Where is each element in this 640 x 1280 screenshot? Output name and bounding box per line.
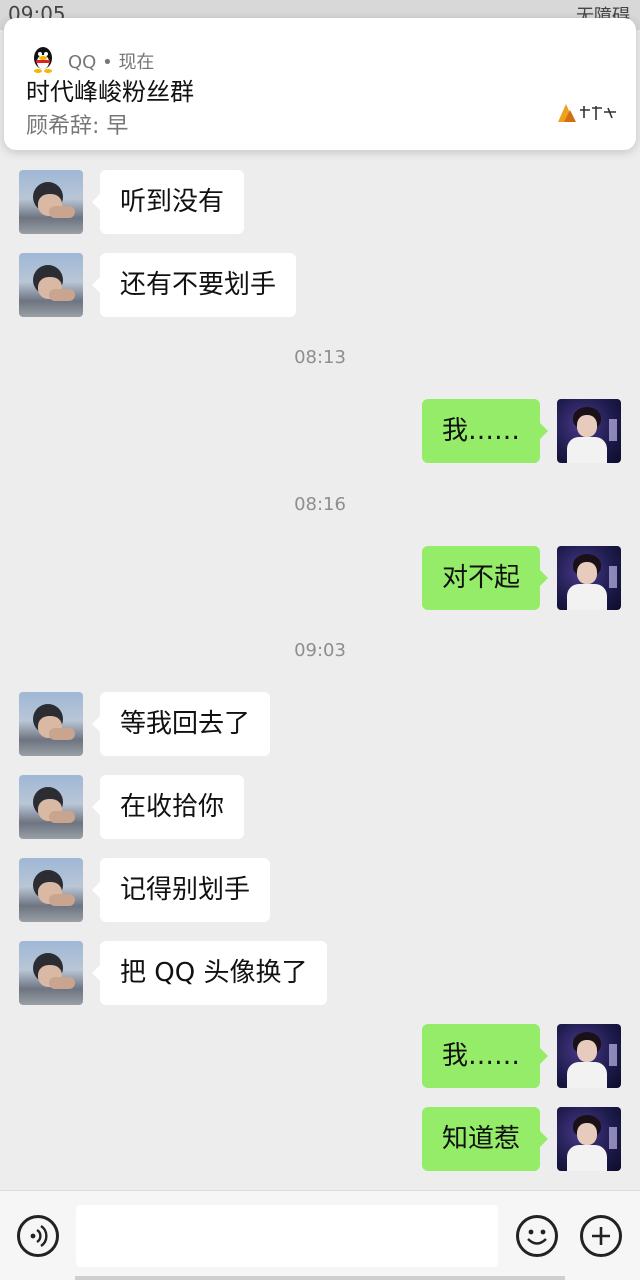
incoming-message-bubble[interactable]: 记得别划手 xyxy=(91,858,271,922)
message-row: 在收拾你 xyxy=(0,775,640,839)
message-input[interactable] xyxy=(76,1205,498,1267)
outgoing-message-bubble[interactable]: 我…… xyxy=(421,399,549,463)
message-row: 还有不要划手 xyxy=(0,253,640,317)
self-avatar[interactable] xyxy=(557,1024,621,1088)
self-avatar[interactable] xyxy=(557,546,621,610)
self-avatar[interactable] xyxy=(557,1107,621,1171)
message-row: 我…… xyxy=(0,1024,640,1088)
more-actions-button[interactable] xyxy=(580,1215,622,1257)
outgoing-message-bubble[interactable]: 对不起 xyxy=(421,546,549,610)
input-bar xyxy=(0,1190,640,1280)
emoji-button[interactable] xyxy=(516,1215,558,1257)
gesture-bar[interactable] xyxy=(75,1276,565,1280)
contact-avatar[interactable] xyxy=(19,170,83,234)
notification-message: 顾希辞: 早 xyxy=(26,114,129,139)
incoming-message-bubble[interactable]: 把 QQ 头像换了 xyxy=(91,941,328,1005)
notification-app-name: QQ xyxy=(68,52,97,73)
message-row: 对不起 xyxy=(0,546,640,610)
contact-avatar[interactable] xyxy=(19,941,83,1005)
chat-list[interactable]: 听到没有 还有不要划手 08:13 我…… 08:16 对不起 09:03 等我… xyxy=(0,0,640,1190)
incoming-message-bubble[interactable]: 在收拾你 xyxy=(91,775,245,839)
outgoing-message-bubble[interactable]: 我…… xyxy=(421,1024,549,1088)
incoming-message-bubble[interactable]: 还有不要划手 xyxy=(91,253,297,317)
contact-avatar[interactable] xyxy=(19,692,83,756)
emoji-icon xyxy=(527,1229,547,1245)
contact-avatar[interactable] xyxy=(19,253,83,317)
message-row: 把 QQ 头像换了 xyxy=(0,941,640,1005)
message-timestamp: 09:03 xyxy=(294,640,346,661)
contact-avatar[interactable] xyxy=(19,775,83,839)
incoming-message-bubble[interactable]: 等我回去了 xyxy=(91,692,271,756)
voice-icon xyxy=(30,1225,48,1247)
incoming-message-bubble[interactable]: 听到没有 xyxy=(91,170,245,234)
plus-icon xyxy=(592,1227,610,1245)
message-row: 等我回去了 xyxy=(0,692,640,756)
message-row: 听到没有 xyxy=(0,170,640,234)
qq-penguin-icon xyxy=(34,47,52,73)
notification-app-line: QQ • 现在 xyxy=(68,48,154,74)
notification-title: 时代峰峻粉丝群 xyxy=(26,78,194,106)
message-row: 记得别划手 xyxy=(0,858,640,922)
contact-avatar[interactable] xyxy=(19,858,83,922)
message-row: 我…… xyxy=(0,399,640,463)
self-avatar[interactable] xyxy=(557,399,621,463)
outgoing-message-bubble[interactable]: 知道惹 xyxy=(421,1107,549,1171)
voice-button[interactable] xyxy=(17,1215,59,1257)
message-row: 知道惹 xyxy=(0,1107,640,1171)
message-timestamp: 08:13 xyxy=(294,347,346,368)
notification-banner[interactable]: QQ • 现在 时代峰峻粉丝群 顾希辞: 早 xyxy=(4,18,636,150)
message-timestamp: 08:16 xyxy=(294,494,346,515)
notification-time: 现在 xyxy=(118,52,155,73)
notification-separator: • xyxy=(102,52,113,73)
brand-logo-icon xyxy=(558,104,616,122)
